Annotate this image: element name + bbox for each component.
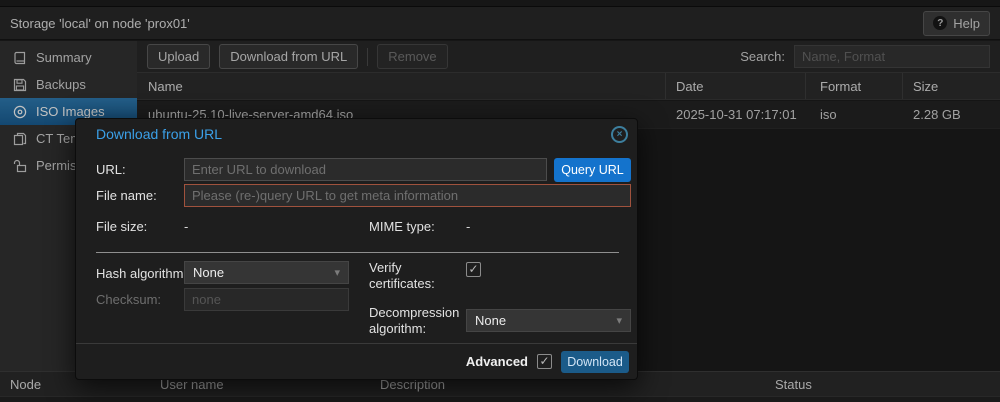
mime-type-value: - bbox=[466, 219, 470, 234]
hash-algorithm-value: None bbox=[193, 265, 224, 280]
checksum-input[interactable] bbox=[184, 288, 349, 311]
mime-type-label: MIME type: bbox=[369, 219, 435, 234]
file-size-label: File size: bbox=[96, 219, 147, 234]
download-button[interactable]: Download bbox=[561, 351, 629, 373]
file-name-label: File name: bbox=[96, 188, 157, 203]
download-from-url-dialog: Download from URL × URL: Query URL File … bbox=[75, 118, 638, 380]
checksum-label: Checksum: bbox=[96, 292, 161, 307]
advanced-label: Advanced bbox=[466, 354, 528, 369]
decompression-algorithm-value: None bbox=[475, 313, 506, 328]
advanced-checkbox[interactable]: ✓ bbox=[537, 354, 552, 369]
dialog-footer: Advanced ✓ Download bbox=[76, 343, 637, 379]
query-url-button[interactable]: Query URL bbox=[554, 158, 631, 182]
verify-certificates-checkbox[interactable]: ✓ bbox=[466, 262, 481, 277]
proxmox-storage-window: Storage 'local' on node 'prox01' ? Help … bbox=[0, 0, 1000, 402]
chevron-down-icon: ▾ bbox=[334, 266, 340, 279]
url-input[interactable] bbox=[184, 158, 547, 181]
chevron-down-icon: ▾ bbox=[616, 314, 622, 327]
decompression-algorithm-select[interactable]: None ▾ bbox=[466, 309, 631, 332]
dialog-title: Download from URL bbox=[96, 126, 222, 142]
hash-algorithm-label: Hash algorithm: bbox=[96, 266, 187, 281]
dialog-separator bbox=[96, 252, 619, 253]
decompression-algorithm-label: Decompression algorithm: bbox=[369, 305, 461, 337]
file-name-input[interactable] bbox=[184, 184, 631, 207]
close-icon[interactable]: × bbox=[611, 126, 628, 143]
verify-certificates-label: Verify certificates: bbox=[369, 260, 455, 292]
url-label: URL: bbox=[96, 162, 126, 177]
hash-algorithm-select[interactable]: None ▾ bbox=[184, 261, 349, 284]
file-size-value: - bbox=[184, 219, 188, 234]
